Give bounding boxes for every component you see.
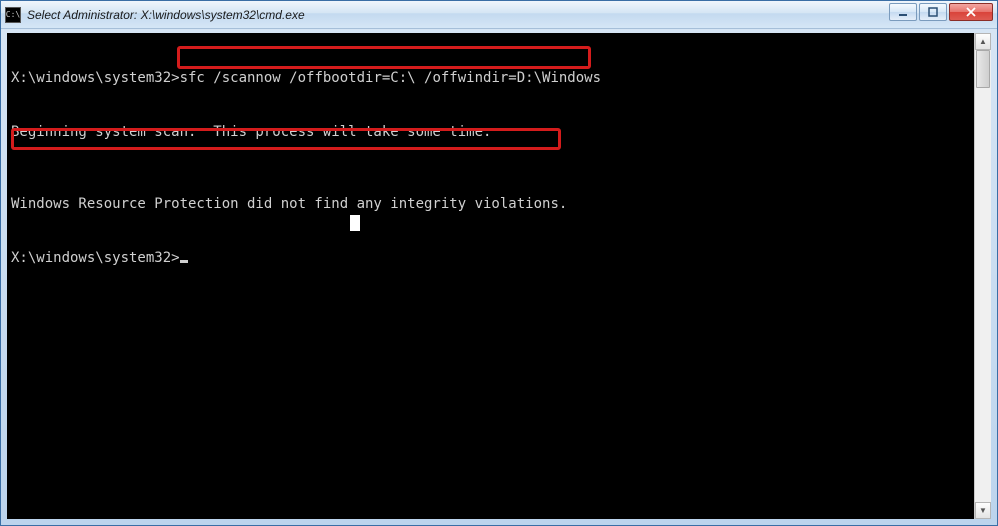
scroll-up-button[interactable]: ▲ [975, 33, 991, 50]
vertical-scrollbar[interactable]: ▲ ▼ [974, 33, 991, 519]
minimize-button[interactable] [889, 3, 917, 21]
window-title: Select Administrator: X:\windows\system3… [27, 8, 993, 22]
terminal[interactable]: X:\windows\system32>sfc /scannow /offboo… [7, 33, 974, 519]
window-controls [889, 3, 993, 21]
prompt: X:\windows\system32> [11, 70, 180, 86]
window-frame: C:\ Select Administrator: X:\windows\sys… [0, 0, 998, 526]
titlebar[interactable]: C:\ Select Administrator: X:\windows\sys… [1, 1, 997, 29]
annotation-highlight-command [177, 46, 591, 69]
client-area: X:\windows\system32>sfc /scannow /offboo… [7, 33, 991, 519]
command-text: sfc /scannow /offbootdir=C:\ /offwindir=… [180, 70, 601, 86]
scroll-down-button[interactable]: ▼ [975, 502, 991, 519]
output-line: Beginning system scan. This process will… [11, 123, 970, 141]
maximize-button[interactable] [919, 3, 947, 21]
block-cursor [350, 215, 360, 231]
scroll-thumb[interactable] [976, 50, 990, 88]
close-button[interactable] [949, 3, 993, 21]
prompt: X:\windows\system32> [11, 250, 180, 266]
text-cursor [180, 260, 188, 263]
scroll-track[interactable] [975, 50, 991, 502]
output-result: Windows Resource Protection did not find… [11, 195, 970, 213]
cmd-icon: C:\ [5, 7, 21, 23]
